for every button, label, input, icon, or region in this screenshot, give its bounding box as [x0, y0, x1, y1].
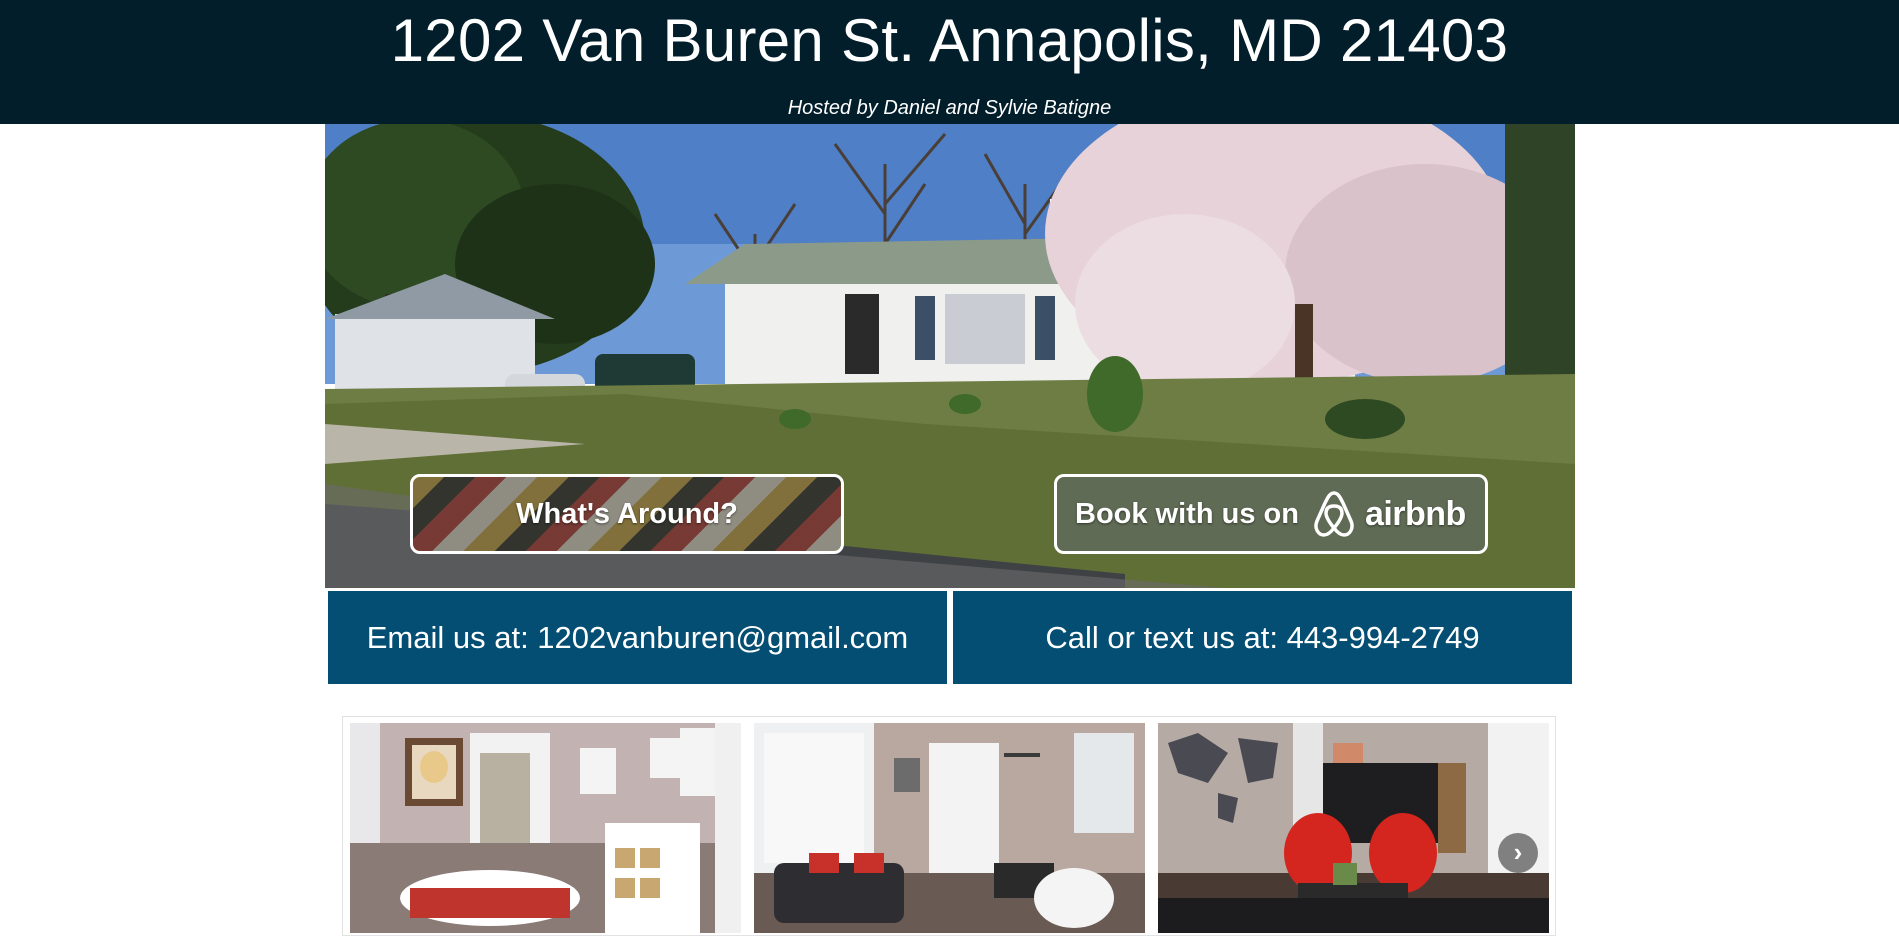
airbnb-logo-icon — [1314, 491, 1354, 537]
chevron-right-icon: › — [1513, 837, 1523, 867]
photo-gallery: › — [342, 716, 1556, 936]
whats-around-label: What's Around? — [516, 497, 738, 530]
host-subtitle: Hosted by Daniel and Sylvie Batigne — [787, 97, 1112, 119]
page-title: 1202 Van Buren St. Annapolis, MD 21403 — [390, 7, 1509, 74]
email-contact-box[interactable]: Email us at: 1202vanburen@gmail.com — [328, 591, 947, 684]
phone-contact-box[interactable]: Call or text us at: 443-994-2749 — [953, 591, 1572, 684]
airbnb-wordmark: airbnb — [1364, 494, 1466, 533]
lounge-image — [1158, 723, 1549, 933]
whats-around-button[interactable]: What's Around? — [410, 474, 844, 554]
email-text: Email us at: 1202vanburen@gmail.com — [366, 619, 909, 655]
dining-room-image — [350, 723, 741, 933]
gallery-next-button[interactable]: › — [1498, 833, 1538, 873]
gallery-photo-dining[interactable] — [350, 723, 741, 933]
living-room-image — [754, 723, 1145, 933]
gallery-photo-lounge[interactable] — [1158, 723, 1549, 933]
site-header: 1202 Van Buren St. Annapolis, MD 21403 H… — [0, 0, 1899, 124]
hero-banner: What's Around? Book with us on airbnb — [325, 124, 1575, 588]
book-airbnb-button[interactable]: Book with us on airbnb — [1054, 474, 1488, 554]
phone-text: Call or text us at: 443-994-2749 — [1045, 619, 1480, 655]
book-label: Book with us on — [1075, 497, 1299, 530]
gallery-photo-living[interactable] — [754, 723, 1145, 933]
